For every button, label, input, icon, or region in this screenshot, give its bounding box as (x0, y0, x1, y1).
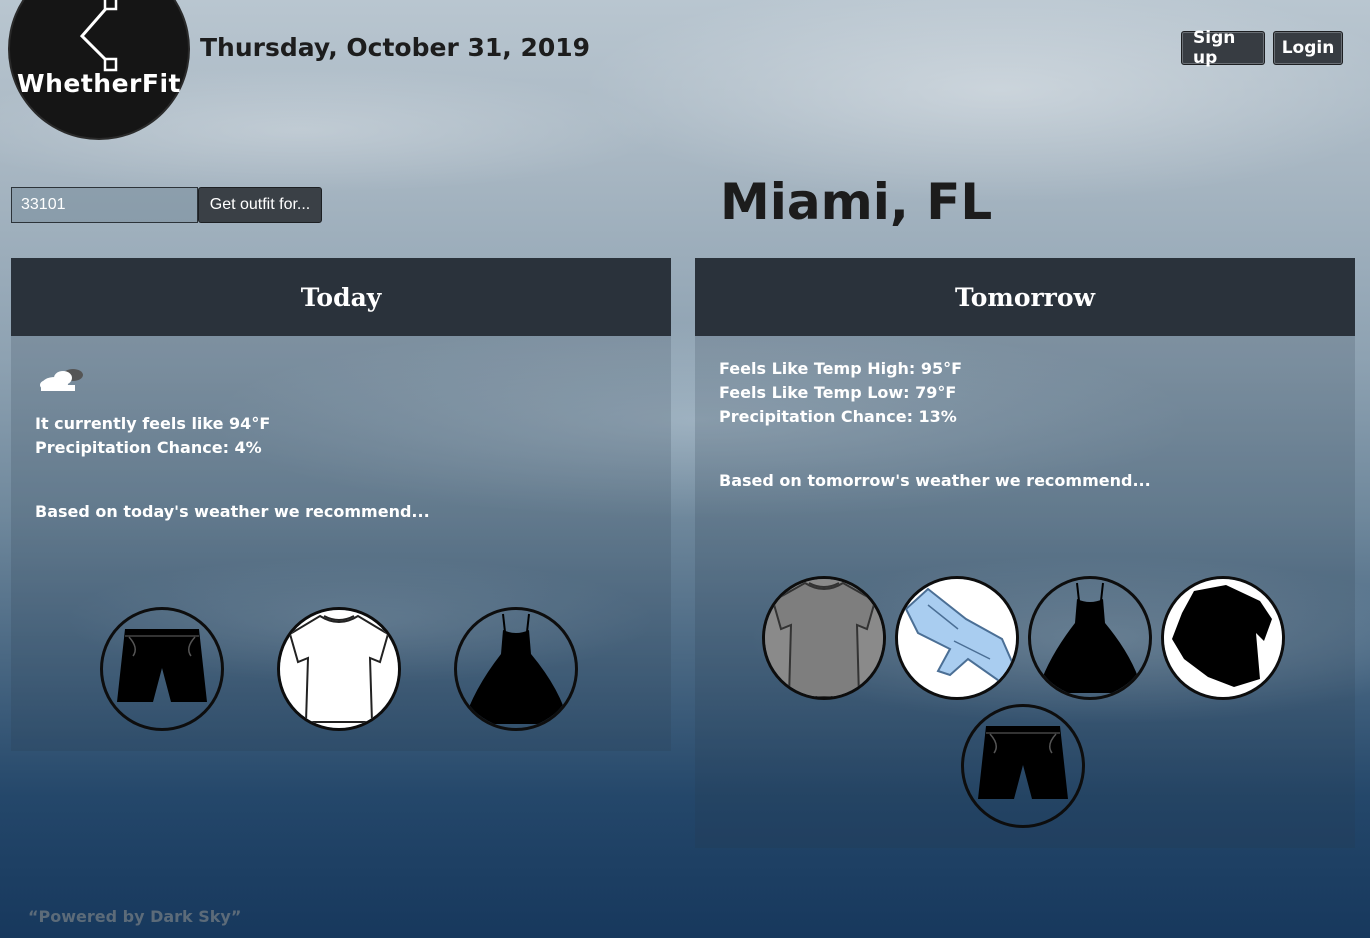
sweater-icon (1164, 579, 1282, 697)
black-dress-icon (1037, 582, 1143, 693)
white-t-shirt-item[interactable] (277, 607, 401, 731)
black-dress-item[interactable] (1028, 576, 1152, 700)
today-precipitation: Precipitation Chance: 4% (35, 438, 262, 457)
logo-text: WhetherFit (17, 69, 181, 98)
zip-code-input[interactable] (11, 187, 198, 223)
login-button[interactable]: Login (1273, 31, 1343, 65)
signup-button[interactable]: Sign up (1181, 28, 1265, 68)
gray-t-shirt-item[interactable] (762, 576, 886, 700)
partly-cloudy-night-icon (40, 369, 83, 391)
shorts-item[interactable] (961, 704, 1085, 828)
sweater-item[interactable] (1161, 576, 1285, 700)
today-title: Today (11, 258, 671, 336)
current-feels-like: It currently feels like 94°F (35, 414, 271, 433)
black-dress-item[interactable] (454, 607, 578, 731)
current-date: Thursday, October 31, 2019 (200, 33, 591, 62)
powered-by-credit: “Powered by Dark Sky” (28, 907, 242, 926)
shorts-item[interactable] (100, 607, 224, 731)
gray-t-shirt-icon (765, 579, 883, 697)
tomorrow-title: Tomorrow (695, 258, 1355, 336)
shorts-icon (117, 629, 207, 702)
black-dress-icon (463, 613, 569, 724)
location-title: Miami, FL (720, 173, 993, 231)
tomorrow-feels-low: Feels Like Temp Low: 79°F (719, 383, 957, 402)
tomorrow-precipitation: Precipitation Chance: 13% (719, 407, 957, 426)
jeans-item[interactable] (895, 576, 1019, 700)
tomorrow-feels-high: Feels Like Temp High: 95°F (719, 359, 963, 378)
shorts-icon (978, 726, 1068, 799)
today-recommendation-text: Based on today's weather we recommend... (35, 502, 430, 521)
white-t-shirt-icon (280, 610, 398, 728)
jeans-icon (898, 579, 1016, 697)
tomorrow-recommendation-text: Based on tomorrow's weather we recommend… (719, 471, 1151, 490)
get-outfit-button[interactable]: Get outfit for... (198, 187, 322, 223)
whetherfit-logo[interactable]: WhetherFit (10, 0, 188, 138)
today-panel: Today It currently feels like 94°F Preci… (11, 258, 671, 751)
tomorrow-panel: Tomorrow Feels Like Temp High: 95°F Feel… (695, 258, 1355, 848)
